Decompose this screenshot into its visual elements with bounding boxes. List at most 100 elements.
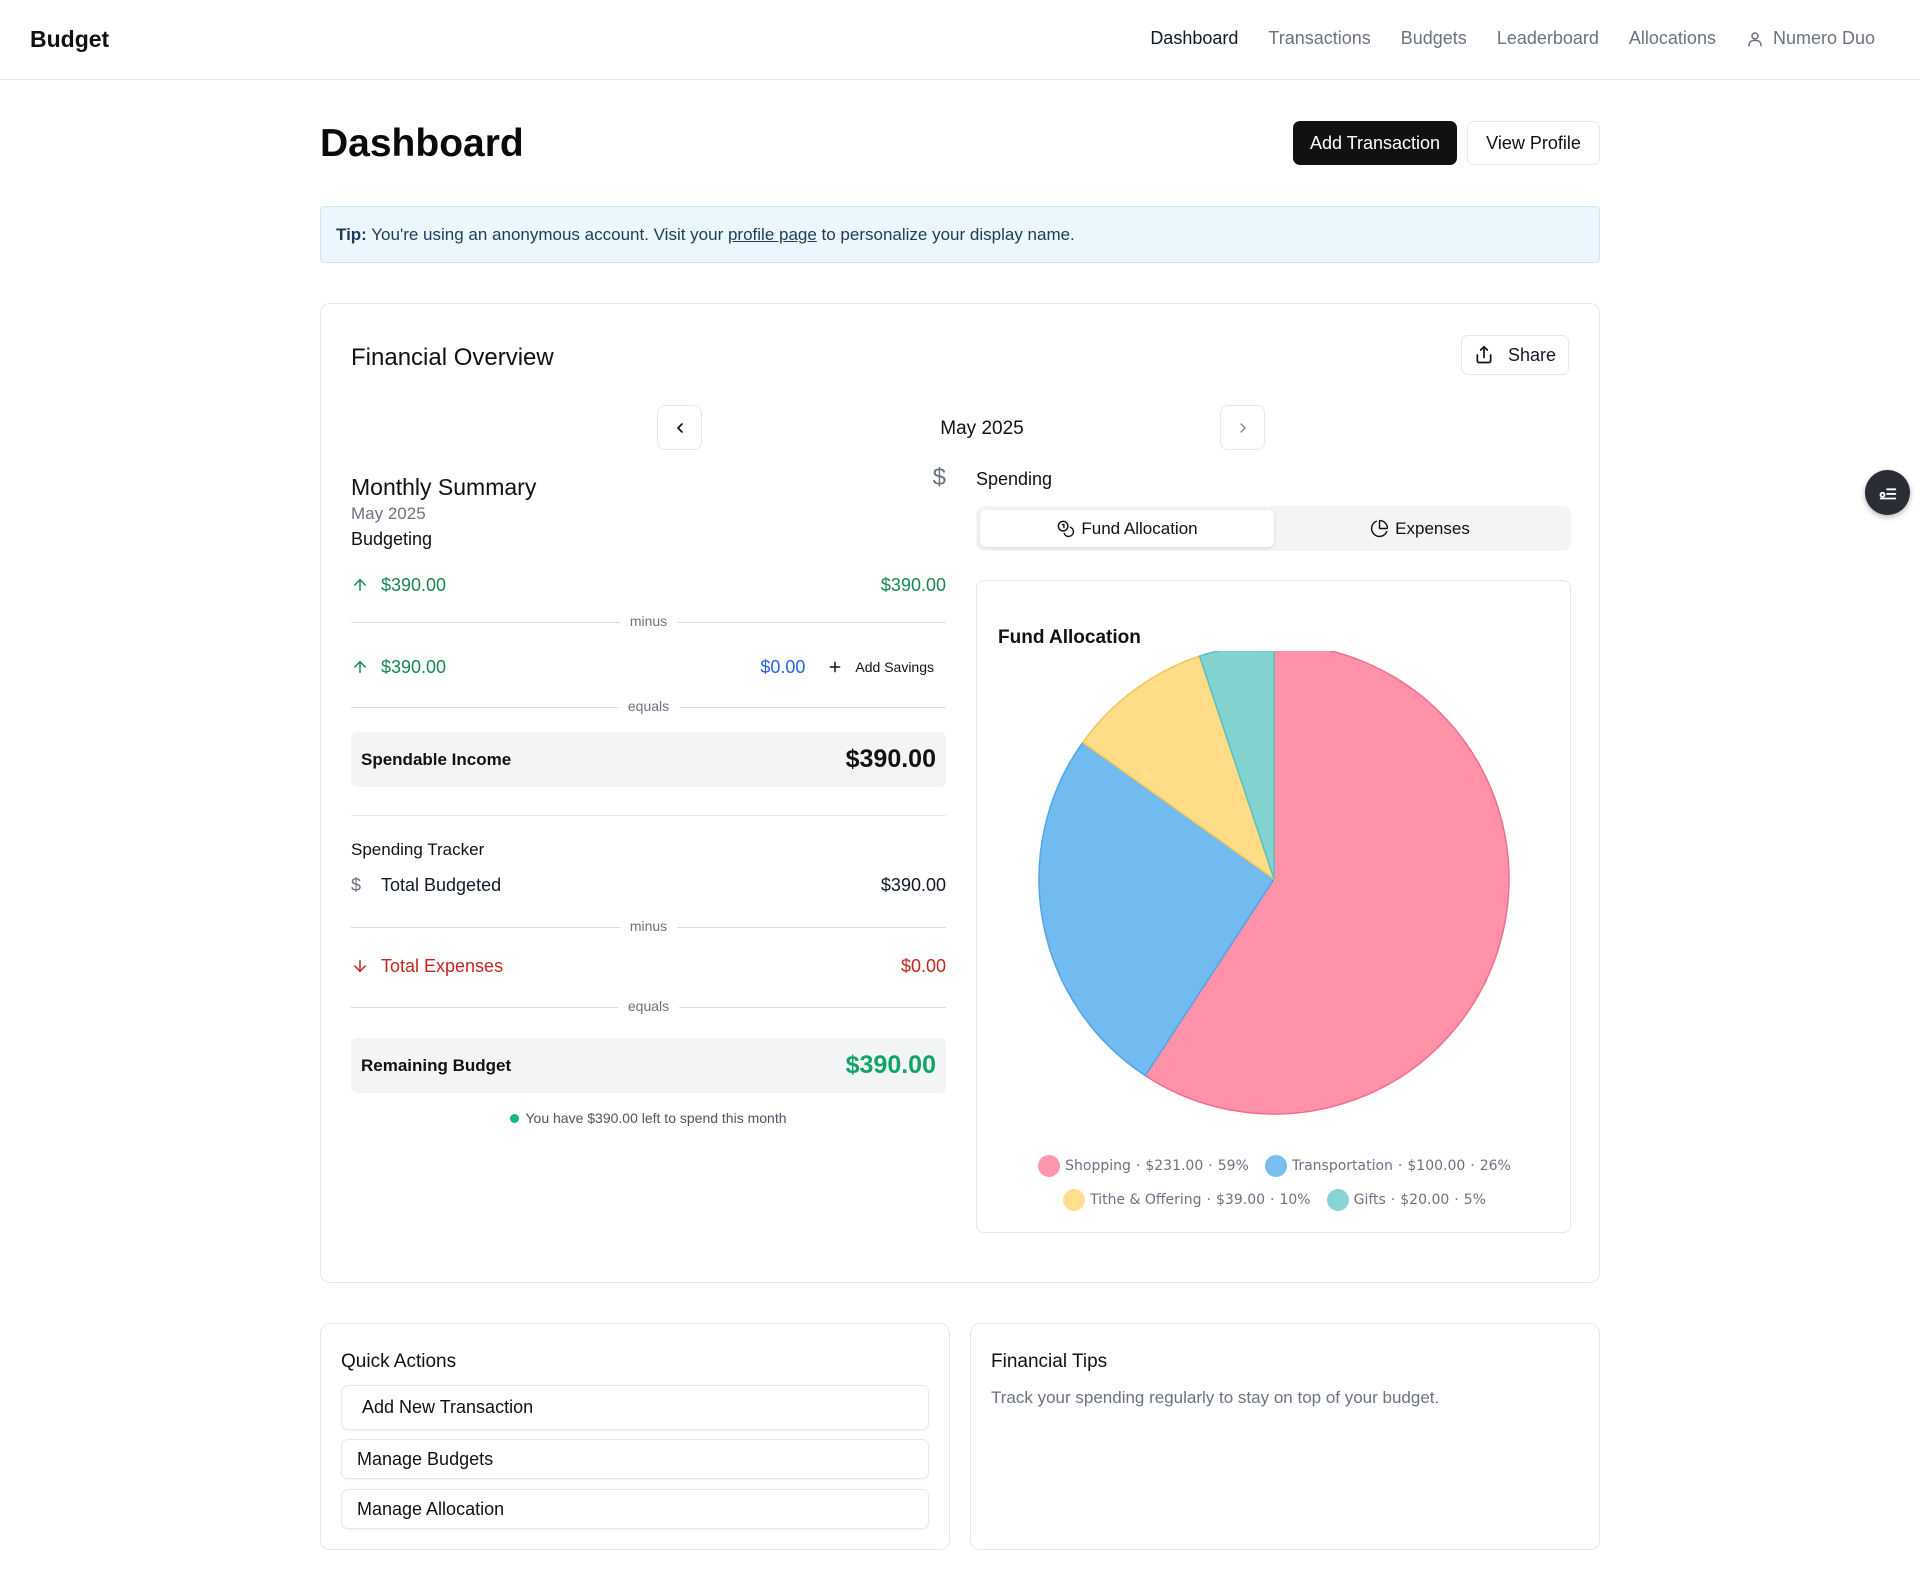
chart-title: Fund Allocation [998,627,1141,648]
legend-item-gifts[interactable]: Gifts · $20.00 · 5% [1326,1189,1486,1211]
plus-icon [829,661,841,673]
nav-link-transactions[interactable]: Transactions [1268,28,1370,49]
legend-row-2: Tithe & Offering · $39.00 · 10% Gifts · $20.00… [977,1189,1572,1211]
dollar-icon: $ [932,464,946,491]
monthly-summary-month: May 2025 [351,504,426,523]
manage-budgets-button[interactable]: Manage Budgets [341,1439,929,1479]
legend-swatch [1264,1155,1287,1177]
tab-fund-allocation[interactable]: Fund Allocation [980,510,1274,547]
spendable-income-box: Spendable Income $390.00 [351,732,946,787]
legend-percent: 26% [1479,1158,1511,1174]
equals-label: equals [617,698,680,714]
quick-actions-card: Quick Actions Add New Transaction Manage… [320,1323,950,1550]
monthly-summary-title: Monthly Summary [351,474,537,500]
view-profile-button[interactable]: View Profile [1467,121,1600,165]
remaining-note: You have $390.00 left to spend this mont… [351,1110,946,1126]
pie-chart-icon [1371,519,1389,538]
current-month-label: May 2025 [940,418,1024,439]
legend-swatch [1063,1189,1086,1211]
floating-menu-button[interactable] [1865,470,1910,515]
coins-icon [1058,520,1075,538]
anonymous-account-tip: Tip: You're using an anonymous account. … [320,206,1600,263]
section-divider [351,815,946,816]
remaining-budget-value: $390.00 [845,1051,936,1079]
legend-row-1: Shopping · $231.00 · 59% Transportation · $100… [977,1155,1572,1177]
share-icon [1476,345,1492,364]
nav-link-dashboard[interactable]: Dashboard [1150,28,1238,49]
quick-actions-title: Quick Actions [341,1351,457,1372]
chevron-left-icon [676,422,683,433]
add-new-transaction-button[interactable]: Add New Transaction [341,1385,929,1430]
total-expenses-row: Total Expenses $0.00 [351,951,946,981]
fund-allocation-chart-card: Fund Allocation Shopping · $231.00 · 59% Tra… [976,580,1571,1233]
top-navbar: Budget Dashboard Transactions Budgets Le… [0,0,1920,80]
minus-label: minus [619,918,678,934]
spending-view-toggle: Fund Allocation Expenses [976,506,1571,551]
user-icon [1748,31,1762,46]
spendable-income-value: $390.00 [845,745,936,773]
legend-label: Tithe & Offering [1090,1192,1202,1208]
legend-percent: 5% [1463,1192,1486,1208]
remaining-note-text: You have $390.00 left to spend this mont… [525,1110,787,1126]
total-budgeted-label: Total Budgeted [381,874,502,895]
total-budgeted-row: $ Total Budgeted $390.00 [351,870,946,900]
nav-user-menu[interactable]: Numero Duo [1746,28,1875,49]
add-transaction-button[interactable]: Add Transaction [1293,121,1457,165]
nav-links: Dashboard Transactions Budgets Leaderboa… [1120,28,1875,49]
nav-link-budgets[interactable]: Budgets [1401,28,1467,49]
pie-chart [1038,651,1510,1115]
chevron-right-icon [1239,422,1246,433]
add-savings-button[interactable]: Add Savings [827,659,946,675]
legend-label: Transportation [1291,1158,1393,1174]
minus-divider: minus [351,917,946,937]
savings-base-amount: $390.00 [381,656,447,677]
manage-allocation-button[interactable]: Manage Allocation [341,1489,929,1529]
spending-label: Spending [976,469,1053,489]
tab-expenses-label: Expenses [1395,518,1470,538]
financial-tips-text: Track your spending regularly to stay on… [991,1388,1440,1407]
status-dot-icon [510,1114,520,1123]
legend-item-transportation[interactable]: Transportation · $100.00 · 26% [1264,1155,1511,1177]
tab-expenses[interactable]: Expenses [1273,510,1567,547]
legend-swatch [1326,1189,1349,1211]
minus-divider: minus [351,612,946,632]
share-button[interactable]: Share [1461,335,1569,375]
arrow-down-icon [351,957,371,975]
financial-overview-title: Financial Overview [351,344,554,371]
spendable-income-label: Spendable Income [361,749,512,769]
tip-text-after: to personalize your display name. [816,225,1075,244]
financial-tips-card: Financial Tips Track your spending regul… [970,1323,1600,1550]
share-label: Share [1507,344,1557,365]
next-month-button[interactable] [1220,405,1265,450]
nav-link-leaderboard[interactable]: Leaderboard [1497,28,1599,49]
brand-logo[interactable]: Budget [30,26,109,53]
equals-divider: equals [351,997,946,1017]
arrow-up-icon [351,658,371,676]
income-total: $390.00 [880,574,946,595]
legend-label: Shopping [1065,1158,1131,1174]
legend-amount: $100.00 [1407,1158,1466,1174]
arrow-up-icon [351,576,371,594]
list-settings-icon [1879,487,1896,499]
previous-month-button[interactable] [657,405,702,450]
legend-item-tithe[interactable]: Tithe & Offering · $39.00 · 10% [1063,1189,1311,1211]
minus-label: minus [619,613,678,629]
page-title: Dashboard [320,122,524,165]
legend-swatch [1038,1155,1061,1177]
income-amount: $390.00 [381,574,447,595]
nav-link-allocations[interactable]: Allocations [1629,28,1716,49]
legend-item-shopping[interactable]: Shopping · $231.00 · 59% [1038,1155,1249,1177]
user-name: Numero Duo [1772,28,1875,48]
remaining-budget-label: Remaining Budget [361,1055,512,1075]
tab-fund-allocation-label: Fund Allocation [1081,518,1198,538]
financial-overview-card: Financial Overview Share May 2025 Monthl… [320,303,1600,1283]
profile-page-link[interactable]: profile page [728,225,817,244]
income-row: $390.00 $390.00 [351,570,946,600]
tip-text-before: You're using an anonymous account. Visit… [366,225,728,244]
spending-tracker-title: Spending Tracker [351,840,485,859]
total-budgeted-value: $390.00 [880,874,946,895]
monthly-summary-subtitle: Budgeting [351,529,433,549]
tip-label: Tip: [336,225,367,244]
legend-amount: $39.00 [1216,1192,1266,1208]
total-expenses-label: Total Expenses [381,955,504,976]
